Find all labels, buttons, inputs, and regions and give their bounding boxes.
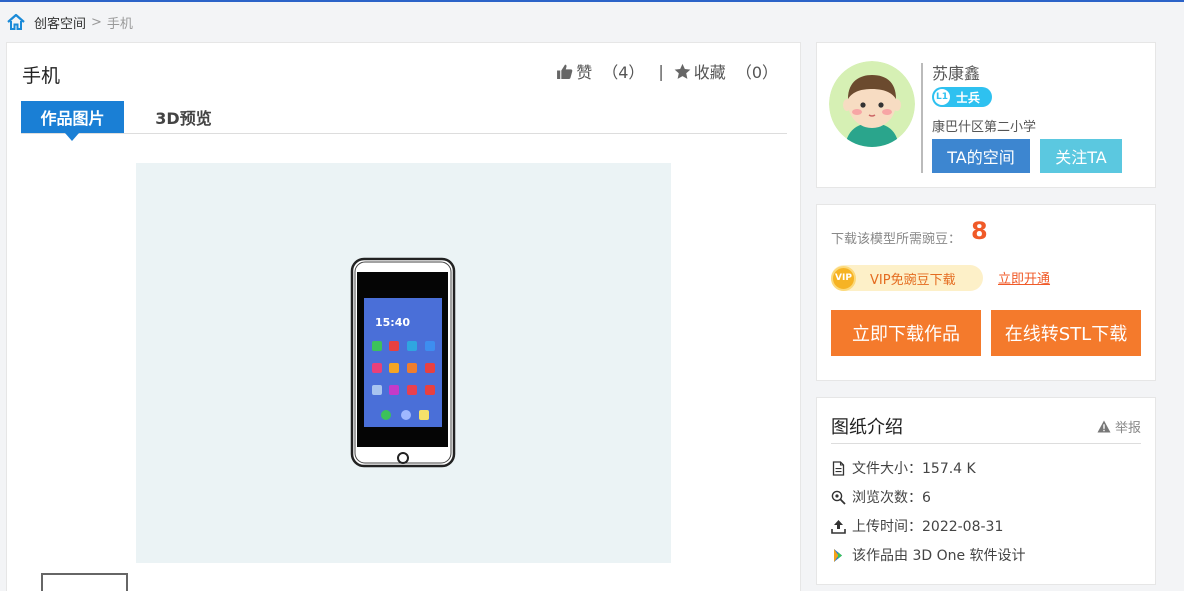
download-card: 下载该模型所需豌豆： 8 VIP VIP免豌豆下载 立即开通 立即下载作品 在线…: [816, 204, 1156, 381]
star-icon[interactable]: [674, 63, 691, 80]
views-row: 浏览次数：6: [831, 487, 931, 507]
follow-button[interactable]: 关注TA: [1040, 139, 1122, 173]
breadcrumb-home-link[interactable]: 创客空间: [34, 13, 86, 32]
tab-3d-preview[interactable]: 3D预览: [136, 101, 231, 133]
author-name[interactable]: 苏康鑫: [932, 60, 980, 84]
download-work-button[interactable]: 立即下载作品: [831, 310, 981, 356]
favorite-label[interactable]: 收藏: [694, 59, 726, 83]
report-label[interactable]: 举报: [1115, 417, 1141, 436]
author-card: 苏康鑫 L1 士兵 康巴什区第二小学 TA的空间 关注TA: [816, 42, 1156, 188]
vip-banner: VIP VIP免豌豆下载: [831, 265, 983, 291]
like-count: （4）: [602, 63, 645, 82]
vip-icon: VIP: [831, 265, 856, 291]
thumbs-up-icon[interactable]: [556, 63, 573, 80]
phone-model-image: 15:40: [350, 257, 456, 468]
level-name: 士兵: [956, 90, 981, 105]
software-row: 该作品由 3D One 软件设计: [831, 545, 1026, 565]
report-button[interactable]: 举报: [1097, 417, 1141, 436]
cost-label: 下载该模型所需豌豆：: [831, 232, 962, 247]
author-space-button[interactable]: TA的空间: [932, 139, 1030, 173]
3d-one-logo-icon: [834, 548, 842, 562]
level-tag: L1: [934, 89, 950, 105]
breadcrumb-current: 手机: [106, 16, 133, 32]
phone-screen-time: 15:40: [375, 316, 410, 329]
stats-divider: |: [658, 61, 664, 81]
work-title: 手机: [22, 65, 61, 87]
avatar[interactable]: [829, 61, 915, 147]
software-text: 该作品由 3D One 软件设计: [852, 548, 1026, 564]
views-text: 浏览次数：6: [852, 490, 931, 506]
convert-stl-download-button[interactable]: 在线转STL下载: [991, 310, 1141, 356]
work-image-preview[interactable]: 15:40: [136, 163, 671, 563]
cost-value: 8: [971, 217, 988, 245]
like-label[interactable]: 赞: [576, 59, 592, 83]
warning-icon: [1097, 420, 1111, 433]
file-icon: [832, 460, 845, 476]
work-tabs: 作品图片 3D预览: [21, 101, 787, 141]
work-stats: 赞 （4） | 收藏 （0）: [556, 59, 778, 83]
vip-text: VIP免豌豆下载: [870, 272, 956, 288]
favorite-count: （0）: [735, 63, 778, 82]
image-thumbnail[interactable]: [41, 573, 128, 591]
author-school: 康巴什区第二小学: [932, 120, 1037, 135]
upload-time-text: 上传时间：2022-08-31: [852, 519, 1004, 535]
file-size-row: 文件大小：157.4 K: [831, 458, 976, 478]
work-panel: 手机 赞 （4） | 收藏 （0） 作品图片 3D预览 15:40: [6, 42, 801, 591]
author-divider: [921, 63, 923, 173]
drawing-intro-card: 图纸介绍 举报 文件大小：157.4 K 浏览次数：6 上传时间：2022-08…: [816, 397, 1156, 585]
home-icon[interactable]: [6, 13, 26, 31]
breadcrumb: 创客空间 > 手机: [6, 12, 133, 32]
intro-title: 图纸介绍: [831, 417, 903, 438]
views-icon: [831, 490, 846, 505]
upload-icon: [831, 519, 846, 534]
file-size-text: 文件大小：157.4 K: [852, 461, 976, 477]
vip-open-link[interactable]: 立即开通: [998, 268, 1050, 287]
level-badge: L1 士兵: [932, 87, 992, 107]
upload-time-row: 上传时间：2022-08-31: [831, 516, 1003, 536]
tab-work-images[interactable]: 作品图片: [21, 101, 124, 141]
breadcrumb-separator: >: [91, 14, 102, 30]
intro-divider: [831, 443, 1141, 444]
